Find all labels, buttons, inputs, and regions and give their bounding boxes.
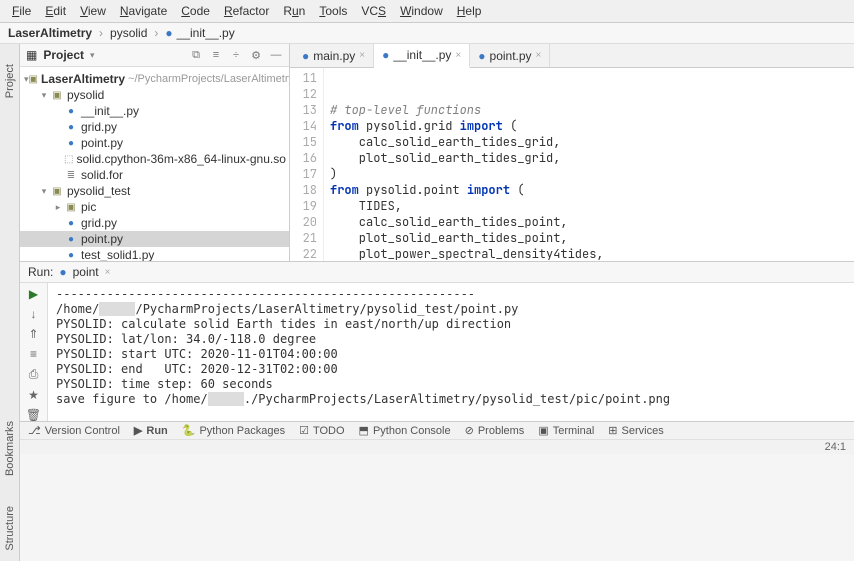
expand-all-icon[interactable]: ≡ <box>209 48 223 62</box>
run-title: Run: <box>28 265 53 279</box>
tree-file-so[interactable]: ⬚solid.cpython-36m-x86_64-linux-gnu.so <box>20 151 289 167</box>
close-icon[interactable]: × <box>536 50 542 61</box>
tree-file-init[interactable]: ●__init__.py <box>20 103 289 119</box>
project-icon: ▦ <box>26 48 37 62</box>
bottom-version-control[interactable]: ⎇ Version Control <box>28 424 120 437</box>
run-panel-header: Run: ● point × <box>20 262 854 283</box>
breadcrumb-sep <box>96 26 106 40</box>
python-file-icon: ● <box>302 49 309 63</box>
bottom-todo[interactable]: ☑ TODO <box>299 424 344 437</box>
close-icon[interactable]: × <box>105 267 111 278</box>
trash-icon[interactable]: 🗑 <box>25 408 43 422</box>
project-panel: ▦ Project ▾ ⧉ ≡ ÷ ⚙ — ▾▣LaserAltimetry~/… <box>20 44 290 261</box>
tree-file-test-grid[interactable]: ●grid.py <box>20 215 289 231</box>
editor-area: ●main.py× ●__init__.py× ●point.py× 11121… <box>290 44 854 261</box>
run-output[interactable]: ----------------------------------------… <box>48 283 854 421</box>
project-tool-tab[interactable]: Project <box>4 64 16 98</box>
bottom-problems[interactable]: ⊘ Problems <box>465 424 525 437</box>
python-file-icon: ● <box>64 104 78 118</box>
folder-icon: ▣ <box>29 72 38 86</box>
menu-file[interactable]: File <box>6 2 37 20</box>
python-file-icon: ● <box>382 48 389 62</box>
breadcrumb-file[interactable]: __init__.py <box>177 26 235 40</box>
breadcrumb-root[interactable]: LaserAltimetry <box>8 26 92 40</box>
tree-root[interactable]: ▾▣LaserAltimetry~/PycharmProjects/LaserA… <box>20 71 289 87</box>
tree-file-grid[interactable]: ●grid.py <box>20 119 289 135</box>
menu-code[interactable]: Code <box>175 2 216 20</box>
python-file-icon: ● <box>64 216 78 230</box>
tab-main[interactable]: ●main.py× <box>294 44 374 67</box>
bottom-run[interactable]: ▶ Run <box>134 424 168 437</box>
select-open-icon[interactable]: ÷ <box>229 48 243 62</box>
python-file-icon: ● <box>64 248 78 261</box>
bottom-tool-bar: ⎇ Version Control ▶ Run 🐍 Python Package… <box>20 421 854 439</box>
breadcrumb-bar: LaserAltimetry pysolid ● __init__.py <box>0 23 854 44</box>
tree-dir-pic[interactable]: ▸▣pic <box>20 199 289 215</box>
tree-file-for[interactable]: ≣solid.for <box>20 167 289 183</box>
left-gutter-top: Project <box>0 44 20 421</box>
project-panel-header: ▦ Project ▾ ⧉ ≡ ÷ ⚙ — <box>20 44 289 67</box>
python-file-icon: ● <box>64 120 78 134</box>
line-gutter: 11121314151617181920212223242526272829 <box>290 68 324 261</box>
bottom-services[interactable]: ⊞ Services <box>608 424 663 437</box>
menu-view[interactable]: View <box>74 2 112 20</box>
tree-file-test1[interactable]: ●test_solid1.py <box>20 247 289 261</box>
tab-point[interactable]: ●point.py× <box>470 44 550 67</box>
close-icon[interactable]: × <box>455 50 461 61</box>
tab-init[interactable]: ●__init__.py× <box>374 44 470 68</box>
tree-file-point[interactable]: ●point.py <box>20 135 289 151</box>
folder-icon: ▣ <box>50 184 64 198</box>
menu-navigate[interactable]: Navigate <box>114 2 173 20</box>
binary-file-icon: ⬚ <box>64 152 73 166</box>
folder-icon: ▣ <box>50 88 64 102</box>
menu-refactor[interactable]: Refactor <box>218 2 275 20</box>
run-panel: Run: ● point × ▶ ↓ ⇑ ≡ ⎙ ★ 🗑 -----------… <box>20 261 854 421</box>
settings-icon[interactable]: ⚙ <box>249 48 263 62</box>
clear-icon[interactable]: ★ <box>25 388 43 402</box>
up-icon[interactable]: ⇑ <box>25 327 43 341</box>
breadcrumb-sep <box>151 26 161 40</box>
bottom-python-console[interactable]: ⬒ Python Console <box>359 424 451 437</box>
bookmarks-tool-tab[interactable]: Bookmarks <box>4 421 16 476</box>
folder-icon: ▣ <box>64 200 78 214</box>
python-file-icon: ● <box>165 26 172 40</box>
main-menu: File Edit View Navigate Code Refactor Ru… <box>0 0 854 23</box>
python-file-icon: ● <box>64 136 78 150</box>
close-icon[interactable]: × <box>359 50 365 61</box>
menu-run[interactable]: Run <box>277 2 311 20</box>
bottom-terminal[interactable]: ▣ Terminal <box>538 424 594 437</box>
code-editor[interactable]: 11121314151617181920212223242526272829 #… <box>290 68 854 261</box>
code-body[interactable]: # top-level functionsfrom pysolid.grid i… <box>324 68 854 261</box>
stop-icon[interactable]: ↓ <box>25 307 43 321</box>
tree-dir-pysolid[interactable]: ▾▣pysolid <box>20 87 289 103</box>
menu-edit[interactable]: Edit <box>39 2 72 20</box>
rerun-icon[interactable]: ▶ <box>25 287 43 301</box>
run-config-name[interactable]: point <box>73 265 99 279</box>
editor-tabs: ●main.py× ●__init__.py× ●point.py× <box>290 44 854 68</box>
hide-icon[interactable]: — <box>269 48 283 62</box>
project-panel-title: Project <box>43 48 84 62</box>
caret-position[interactable]: 24:1 <box>825 441 846 453</box>
file-icon: ≣ <box>64 168 78 182</box>
collapse-all-icon[interactable]: ⧉ <box>189 48 203 62</box>
python-file-icon: ● <box>478 49 485 63</box>
menu-window[interactable]: Window <box>394 2 449 20</box>
dropdown-icon[interactable]: ▾ <box>90 50 95 61</box>
wrap-icon[interactable]: ≡ <box>25 347 43 361</box>
left-gutter-bottom: Bookmarks Structure <box>0 421 20 561</box>
python-file-icon: ● <box>59 265 66 279</box>
run-toolbar: ▶ ↓ ⇑ ≡ ⎙ ★ 🗑 <box>20 283 48 421</box>
menu-vcs[interactable]: VCS <box>355 2 392 20</box>
bottom-python-packages[interactable]: 🐍 Python Packages <box>182 424 285 437</box>
tree-file-test-point[interactable]: ●point.py <box>20 231 289 247</box>
status-bar: 24:1 <box>20 439 854 454</box>
menu-tools[interactable]: Tools <box>313 2 353 20</box>
python-file-icon: ● <box>64 232 78 246</box>
print-icon[interactable]: ⎙ <box>25 367 43 382</box>
structure-tool-tab[interactable]: Structure <box>4 506 16 551</box>
tree-dir-pysolid-test[interactable]: ▾▣pysolid_test <box>20 183 289 199</box>
breadcrumb-dir[interactable]: pysolid <box>110 26 147 40</box>
project-tree: ▾▣LaserAltimetry~/PycharmProjects/LaserA… <box>20 67 289 261</box>
menu-help[interactable]: Help <box>451 2 488 20</box>
